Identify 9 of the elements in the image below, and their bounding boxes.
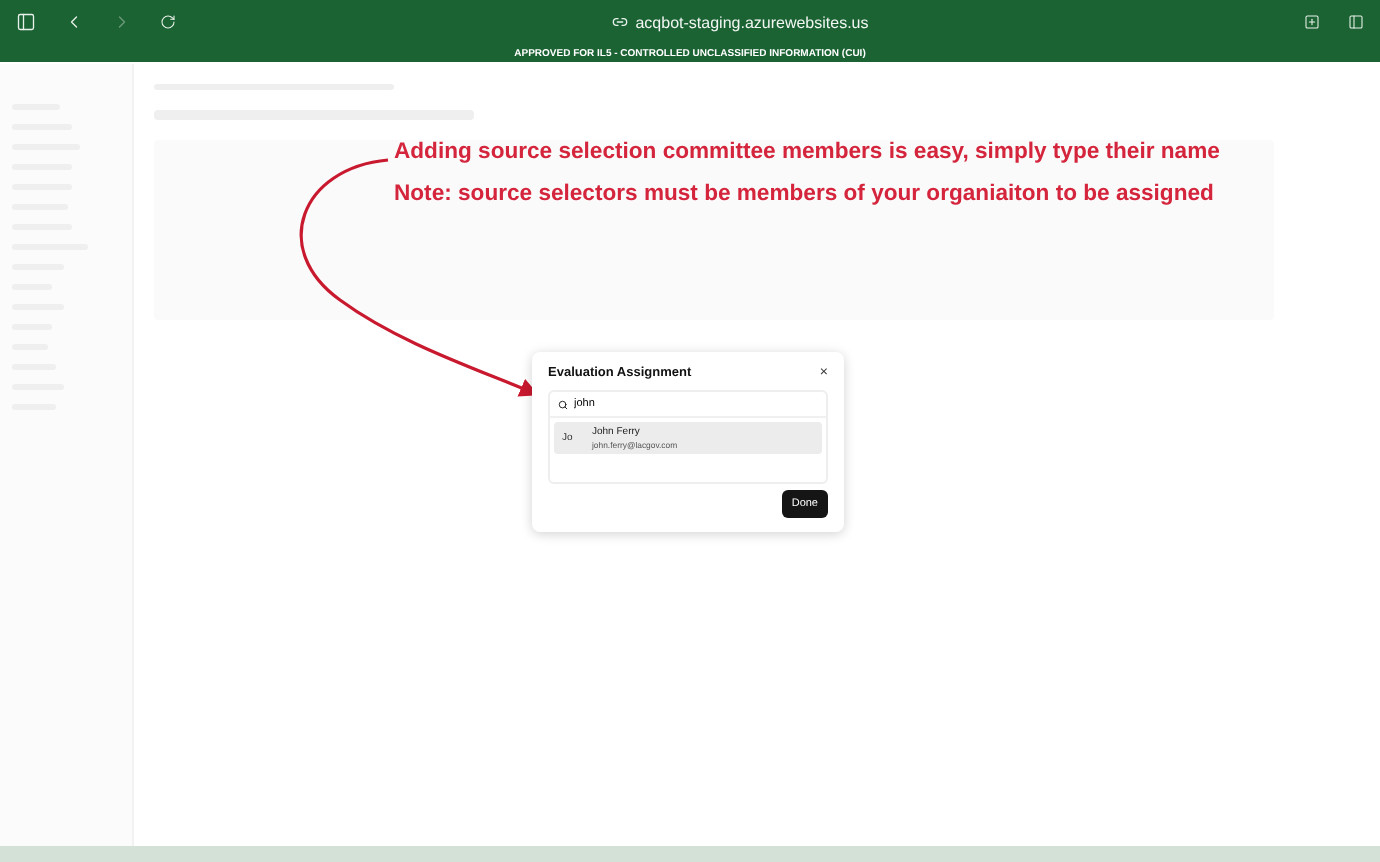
sidebar-icon[interactable] [1348, 14, 1364, 30]
link-icon [611, 14, 628, 30]
address-bar[interactable]: acqbot-staging.azurewebsites.us [635, 13, 869, 31]
reload-icon[interactable] [160, 14, 176, 30]
new-tab-icon[interactable] [1304, 14, 1320, 30]
sidebar-icon[interactable] [16, 12, 36, 32]
annotation-text: Note: source selectors must be members of your organiaiton to be assigned [394, 182, 1216, 206]
search-icon [558, 399, 568, 409]
annotation-text: Adding source selection committee members is easy, simply type their name [394, 140, 1220, 164]
